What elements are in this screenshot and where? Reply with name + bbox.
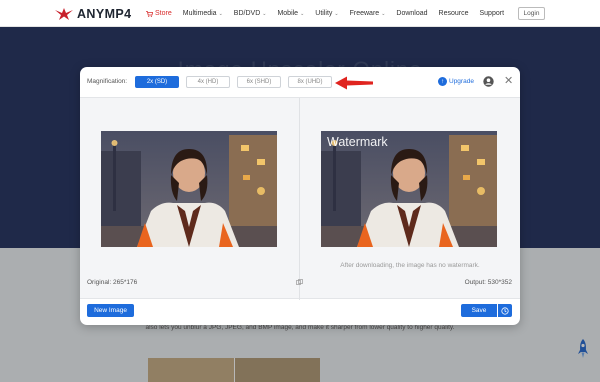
magnification-2x-button[interactable]: 2x (SD) bbox=[135, 76, 179, 88]
dialog-toolbar: Magnification: 2x (SD) 4x (HD) 6x (SHD) … bbox=[80, 67, 520, 97]
chevron-down-icon: ⌄ bbox=[381, 10, 386, 17]
brand-logo[interactable]: ANYMP4 bbox=[54, 5, 132, 22]
nav-resource[interactable]: Resource bbox=[439, 10, 469, 17]
chevron-down-icon: ⌄ bbox=[300, 10, 305, 17]
nav-bd-dvd[interactable]: BD/DVD ⌄ bbox=[234, 10, 267, 17]
nav-store[interactable]: Store bbox=[146, 10, 172, 17]
output-image: Watermark bbox=[321, 131, 497, 247]
new-image-button[interactable]: New Image bbox=[87, 304, 134, 317]
magnification-4x-button[interactable]: 4x (HD) bbox=[186, 76, 230, 88]
nav-freeware-label: Freeware bbox=[349, 10, 380, 17]
nav-bd-dvd-label: BD/DVD bbox=[233, 10, 261, 17]
upgrade-arrow-icon: ↑ bbox=[438, 77, 447, 86]
nav-multimedia[interactable]: Multimedia ⌄ bbox=[183, 10, 223, 17]
nav-utility[interactable]: Utility ⌄ bbox=[315, 10, 338, 17]
nav-support-label: Support bbox=[479, 10, 505, 17]
login-button[interactable]: Login bbox=[518, 7, 545, 20]
nav-support[interactable]: Support bbox=[480, 10, 505, 17]
magnification-8x-button[interactable]: 8x (UHD) bbox=[288, 76, 332, 88]
nav-mobile-label: Mobile bbox=[277, 10, 299, 17]
magnification-6x-button[interactable]: 6x (SHD) bbox=[237, 76, 281, 88]
anymp4-logo-icon bbox=[55, 7, 73, 20]
user-account-icon[interactable] bbox=[483, 76, 494, 89]
preview-area: Watermark After downloading, the image h… bbox=[80, 97, 520, 300]
brand-name: ANYMP4 bbox=[77, 6, 132, 21]
nav-multimedia-label: Multimedia bbox=[182, 10, 217, 17]
nav-resource-label: Resource bbox=[438, 10, 469, 17]
nav-freeware[interactable]: Freeware ⌄ bbox=[350, 10, 386, 17]
main-nav: Store Multimedia ⌄ BD/DVD ⌄ Mobile ⌄ Uti… bbox=[146, 0, 515, 27]
output-size-label: Output: 530*352 bbox=[464, 279, 512, 286]
nav-download-label: Download bbox=[396, 10, 428, 17]
size-info-bar: Original: 265*176 Output: 530*352 bbox=[80, 276, 520, 290]
nav-mobile[interactable]: Mobile ⌄ bbox=[277, 10, 304, 17]
nav-utility-label: Utility bbox=[315, 10, 333, 17]
upgrade-link[interactable]: ↑ Upgrade bbox=[438, 77, 474, 86]
magnification-label: Magnification: bbox=[87, 78, 128, 85]
no-watermark-note: After downloading, the image has no wate… bbox=[340, 262, 480, 269]
original-size-label: Original: 265*176 bbox=[87, 279, 138, 286]
chevron-down-icon: ⌄ bbox=[334, 10, 339, 17]
chevron-down-icon: ⌄ bbox=[218, 10, 223, 17]
close-icon[interactable]: ✕ bbox=[504, 76, 513, 87]
nav-store-label: Store bbox=[155, 10, 172, 17]
compare-icon[interactable] bbox=[296, 279, 303, 288]
chevron-down-icon: ⌄ bbox=[262, 10, 267, 17]
timer-icon[interactable] bbox=[498, 304, 512, 317]
save-button[interactable]: Save bbox=[461, 304, 497, 317]
watermark-overlay: Watermark bbox=[327, 135, 388, 149]
cart-icon bbox=[146, 10, 153, 17]
upscale-dialog: Magnification: 2x (SD) 4x (HD) 6x (SHD) … bbox=[80, 67, 520, 325]
upgrade-label: Upgrade bbox=[449, 78, 474, 85]
panel-divider bbox=[299, 98, 300, 300]
original-image bbox=[101, 131, 277, 247]
red-arrow-annotation bbox=[333, 75, 375, 93]
site-header: ANYMP4 Store Multimedia ⌄ BD/DVD ⌄ Mobil… bbox=[0, 0, 600, 27]
nav-download[interactable]: Download bbox=[396, 10, 427, 17]
